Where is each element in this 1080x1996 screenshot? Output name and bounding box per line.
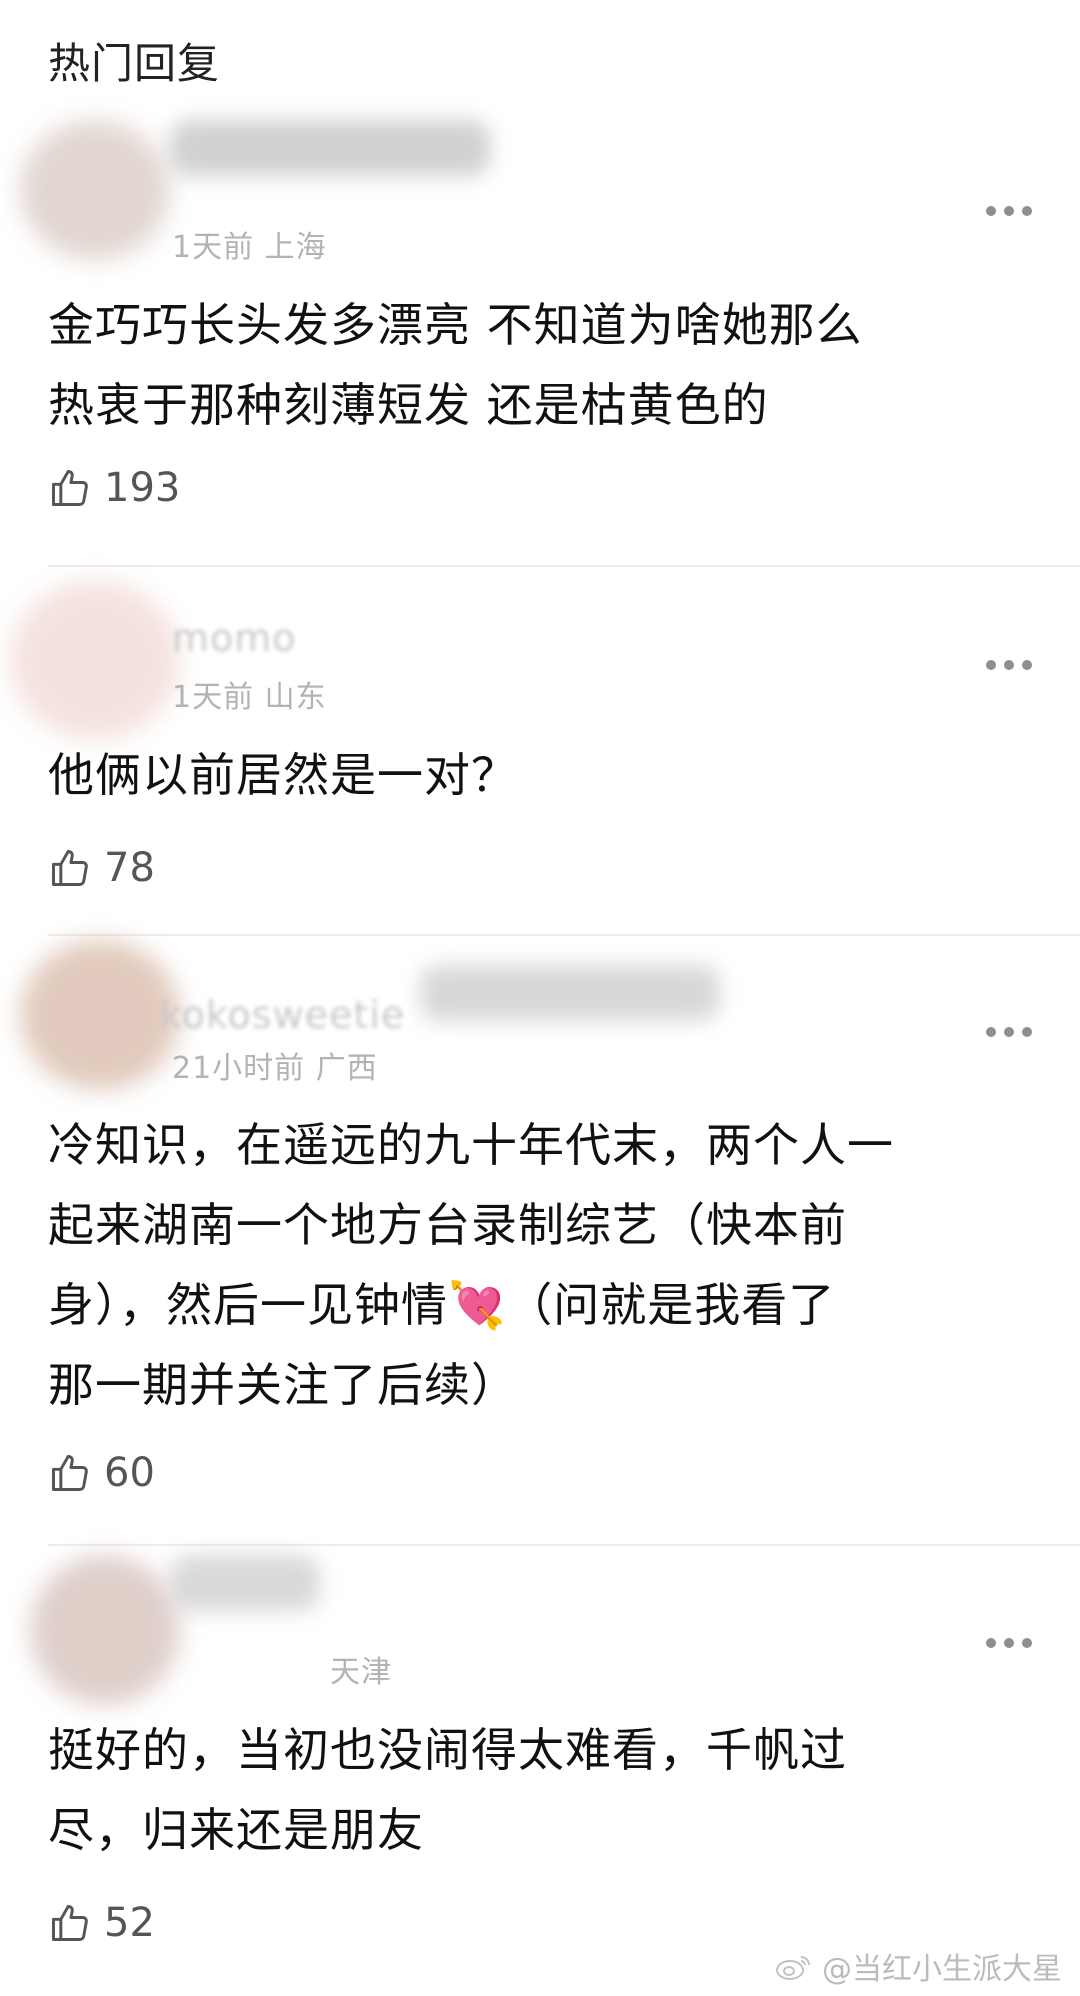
username-blurred[interactable] bbox=[170, 120, 490, 176]
thumbs-up-icon bbox=[52, 470, 88, 506]
like-button[interactable]: 78 bbox=[48, 845, 155, 891]
username-blurred[interactable] bbox=[170, 1555, 320, 1611]
avatar[interactable] bbox=[20, 940, 180, 1090]
comment-text: 他俩以前居然是一对？ bbox=[48, 748, 518, 802]
more-dots-icon[interactable] bbox=[986, 658, 1032, 672]
comment-meta: 天津 bbox=[330, 1655, 392, 1690]
comment-text: 金巧巧长头发多漂亮 不知道为啥她那么 热衷于那种刻薄短发 还是枯黄色的 bbox=[48, 298, 863, 432]
comment-item: 1天前 上海 金巧巧长头发多漂亮 不知道为啥她那么 热衷于那种刻薄短发 还是枯黄… bbox=[0, 80, 1080, 560]
more-dots-icon[interactable] bbox=[986, 204, 1032, 218]
thumbs-up-icon bbox=[52, 1905, 88, 1941]
username[interactable]: momo bbox=[172, 616, 297, 660]
avatar[interactable] bbox=[30, 1555, 180, 1705]
comment-user-row[interactable]: 天津 bbox=[0, 1535, 1080, 1705]
like-button[interactable]: 52 bbox=[48, 1900, 155, 1946]
watermark-text: @当红小生派大星 bbox=[822, 1952, 1062, 1987]
comment-item: momo 1天前 山东 他俩以前居然是一对？ 78 bbox=[0, 560, 1080, 930]
like-count: 52 bbox=[104, 1900, 155, 1946]
thumbs-up-icon bbox=[52, 850, 88, 886]
comment-meta: 1天前 上海 bbox=[172, 230, 327, 265]
weibo-logo-icon bbox=[776, 1956, 810, 1980]
weibo-watermark: @当红小生派大星 bbox=[774, 1944, 1062, 1988]
more-dots-icon[interactable] bbox=[986, 1025, 1032, 1039]
comment-meta: 21小时前 广西 bbox=[172, 1051, 378, 1086]
comment-item: 天津 挺好的，当初也没闹得太难看，千帆过 尽，归来还是朋友 52 bbox=[0, 1535, 1080, 1955]
more-dots-icon[interactable] bbox=[986, 1636, 1032, 1650]
comment-meta: 1天前 山东 bbox=[172, 680, 327, 715]
username-blurred[interactable] bbox=[420, 965, 720, 1021]
comment-user-row[interactable]: 1天前 上海 bbox=[0, 80, 1080, 265]
username[interactable]: kokosweetie bbox=[160, 993, 405, 1037]
avatar[interactable] bbox=[20, 120, 170, 260]
comment-text: 挺好的，当初也没闹得太难看，千帆过 尽，归来还是朋友 bbox=[48, 1723, 847, 1857]
like-button[interactable]: 60 bbox=[48, 1450, 155, 1496]
comment-user-row[interactable]: kokosweetie 21小时前 广西 bbox=[0, 925, 1080, 1090]
like-count: 78 bbox=[104, 845, 155, 891]
like-button[interactable]: 193 bbox=[48, 465, 180, 511]
comment-user-row[interactable]: momo 1天前 山东 bbox=[0, 560, 1080, 740]
comment-item: kokosweetie 21小时前 广西 冷知识，在遥远的九十年代末，两个人一 … bbox=[0, 925, 1080, 1545]
thumbs-up-icon bbox=[52, 1455, 88, 1491]
like-count: 60 bbox=[104, 1450, 155, 1496]
avatar[interactable] bbox=[10, 580, 180, 740]
comment-text: 冷知识，在遥远的九十年代末，两个人一 起来湖南一个地方台录制综艺（快本前 身），… bbox=[48, 1118, 894, 1412]
like-count: 193 bbox=[104, 465, 181, 511]
